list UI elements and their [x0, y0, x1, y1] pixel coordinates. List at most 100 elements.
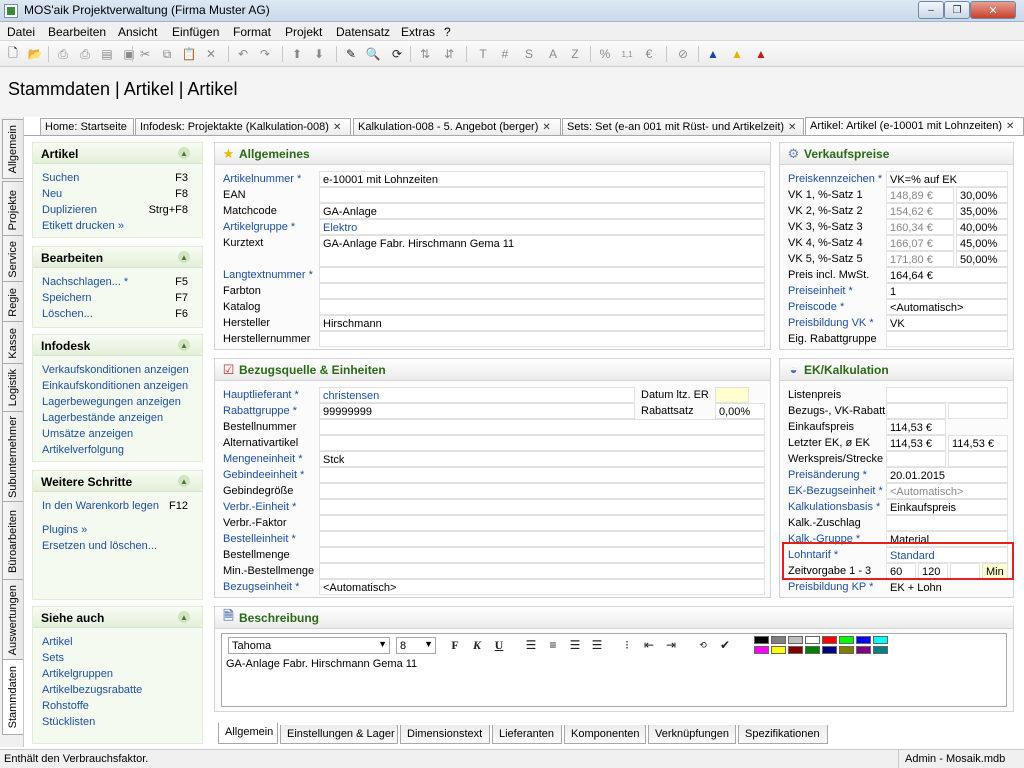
tab-kalkulation[interactable]: Kalkulation-008 - 5. Angebot (berger) ✕ — [353, 118, 561, 135]
artikelgruppe-input[interactable]: Elektro — [319, 219, 765, 235]
bestelleinheit-input[interactable] — [319, 531, 765, 547]
print-preview-icon[interactable]: ⎙ — [76, 45, 94, 63]
user-blue-icon[interactable]: ▲ — [704, 45, 722, 63]
number-format-icon[interactable]: 1,1 — [618, 45, 636, 63]
min-bestellmenge-input[interactable] — [319, 563, 765, 579]
close-tab-icon[interactable]: ✕ — [788, 122, 796, 133]
sidebar-item-plugins[interactable]: Plugins » — [33, 522, 202, 538]
tab-einstellungen-lager[interactable]: Einstellungen & Lager — [280, 725, 398, 744]
vtab-auswertungen[interactable]: Auswertungen — [2, 579, 23, 661]
hash-icon[interactable]: # — [496, 45, 514, 63]
color-swatch[interactable] — [873, 636, 888, 644]
rabattgruppe-input[interactable]: 99999999 — [319, 403, 635, 419]
sidebar-item-sets[interactable]: Sets — [33, 650, 202, 666]
print-icon[interactable]: ⎙ — [54, 45, 72, 63]
eig-rabattgruppe-input[interactable] — [886, 331, 1008, 347]
user-yellow-icon[interactable]: ▲ — [728, 45, 746, 63]
spellcheck-icon[interactable]: ✔ — [716, 636, 734, 654]
close-button[interactable]: ✕ — [970, 1, 1016, 19]
sidebar-item-warenkorb[interactable]: In den Warenkorb legen F12 — [33, 498, 202, 514]
collapse-icon[interactable]: ▲ — [178, 339, 190, 351]
sidebar-item-einkaufskonditionen[interactable]: Einkaufskonditionen anzeigen — [33, 378, 202, 394]
sidebar-item-nachschlagen[interactable]: Nachschlagen... * F5 — [33, 274, 202, 290]
color-swatch[interactable] — [873, 646, 888, 654]
tab-lieferanten[interactable]: Lieferanten — [492, 725, 562, 744]
color-swatch[interactable] — [805, 636, 820, 644]
tab-spezifikationen[interactable]: Spezifikationen — [738, 725, 828, 744]
sort-desc-icon[interactable]: ⇵ — [440, 45, 458, 63]
tab-verknuepfungen[interactable]: Verknüpfungen — [648, 725, 736, 744]
preiskennzeichen-input[interactable]: VK=% auf EK — [886, 171, 1008, 187]
color-swatch[interactable] — [788, 646, 803, 654]
bestellmenge-input[interactable] — [319, 547, 765, 563]
menu-einfuegen[interactable]: Einfügen — [172, 25, 219, 39]
kurztext-input[interactable]: GA-Anlage Fabr. Hirschmann Gema 11 — [319, 235, 765, 267]
vk2-percent[interactable]: 35,00% — [956, 203, 1008, 219]
color-swatch[interactable] — [856, 646, 871, 654]
bezugsrabatt-input[interactable] — [886, 403, 946, 419]
close-tab-icon[interactable]: ✕ — [1006, 121, 1014, 132]
color-swatch[interactable] — [805, 646, 820, 654]
gebindegroesse-input[interactable] — [319, 483, 765, 499]
tab-infodesk-projektakte[interactable]: Infodesk: Projektakte (Kalkulation-008) ✕ — [135, 118, 351, 135]
z-letter-icon[interactable]: Z — [566, 45, 584, 63]
bezugseinheit-input[interactable]: <Automatisch> — [319, 579, 765, 595]
rtf-icon[interactable]: ⟲ — [694, 636, 712, 654]
color-swatch[interactable] — [771, 636, 786, 644]
undo-icon[interactable]: ↶ — [234, 45, 252, 63]
sidebar-item-umsaetze[interactable]: Umsätze anzeigen — [33, 426, 202, 442]
description-text[interactable]: GA-Anlage Fabr. Hirschmann Gema 11 — [226, 658, 417, 670]
tab-startseite[interactable]: Home: Startseite — [40, 118, 134, 135]
vtab-allgemein[interactable]: Allgemein — [2, 119, 23, 179]
ek-bezugseinheit-input[interactable]: <Automatisch> — [886, 483, 1008, 499]
color-swatch[interactable] — [771, 646, 786, 654]
collapse-icon[interactable]: ▲ — [178, 147, 190, 159]
sidebar-group-title[interactable]: Weitere Schritte ▲ — [33, 471, 202, 492]
katalog-input[interactable] — [319, 299, 765, 315]
matchcode-input[interactable]: GA-Anlage — [319, 203, 765, 219]
sidebar-item-speichern[interactable]: Speichern F7 — [33, 290, 202, 306]
gebindeeinheit-input[interactable] — [319, 467, 765, 483]
sidebar-item-lagerbestaende[interactable]: Lagerbestände anzeigen — [33, 410, 202, 426]
hersteller-input[interactable]: Hirschmann — [319, 315, 765, 331]
outdent-icon[interactable]: ⇤ — [640, 636, 658, 654]
herstellernummer-input[interactable] — [319, 331, 765, 347]
kalk-zuschlag-input[interactable] — [886, 515, 1008, 531]
menu-projekt[interactable]: Projekt — [285, 25, 322, 39]
color-swatch[interactable] — [754, 646, 769, 654]
preiseinheit-input[interactable]: 1 — [886, 283, 1008, 299]
datum-letzte-er-input[interactable] — [715, 387, 749, 403]
color-swatch[interactable] — [754, 636, 769, 644]
vk-rabatt-input[interactable] — [948, 403, 1008, 419]
sidebar-item-artikelverfolgung[interactable]: Artikelverfolgung — [33, 442, 202, 458]
vk5-percent[interactable]: 50,00% — [956, 251, 1008, 267]
minimize-button[interactable]: – — [918, 1, 944, 19]
collapse-icon[interactable]: ▲ — [178, 251, 190, 263]
color-swatch[interactable] — [839, 646, 854, 654]
preiscode-input[interactable]: <Automatisch> — [886, 299, 1008, 315]
alternativartikel-input[interactable] — [319, 435, 765, 451]
zeitvorgabe-3-input[interactable] — [950, 563, 980, 579]
vk3-price[interactable]: 160,34 € — [886, 219, 954, 235]
sidebar-item-stuecklisten[interactable]: Stücklisten — [33, 714, 202, 730]
menu-datensatz[interactable]: Datensatz — [336, 25, 390, 39]
vk1-percent[interactable]: 30,00% — [956, 187, 1008, 203]
move-down-icon[interactable]: ⬇ — [310, 45, 328, 63]
sidebar-group-title[interactable]: Bearbeiten ▲ — [33, 247, 202, 268]
preisbildung-kp-input[interactable]: EK + Lohn — [886, 579, 1008, 595]
kalk-gruppe-input[interactable]: Material — [886, 531, 1008, 547]
s-letter-icon[interactable]: S — [520, 45, 538, 63]
align-right-icon[interactable]: ☰ — [566, 636, 584, 654]
bold-icon[interactable]: F — [446, 636, 464, 654]
tab-dimensionstext[interactable]: Dimensionstext — [400, 725, 490, 744]
sidebar-item-neu[interactable]: Neu F8 — [33, 186, 202, 202]
align-left-icon[interactable]: ☰ — [522, 636, 540, 654]
preisbildung-vk-input[interactable]: VK — [886, 315, 1008, 331]
sidebar-item-loeschen[interactable]: Löschen... F6 — [33, 306, 202, 322]
save-icon[interactable]: ▤ — [98, 45, 116, 63]
maximize-button[interactable]: ❐ — [944, 1, 970, 19]
tab-allgemein[interactable]: Allgemein — [218, 723, 278, 744]
hauptlieferant-input[interactable]: christensen — [319, 387, 635, 403]
menu-extras[interactable]: Extras — [401, 25, 435, 39]
verbr-einheit-input[interactable] — [319, 499, 765, 515]
